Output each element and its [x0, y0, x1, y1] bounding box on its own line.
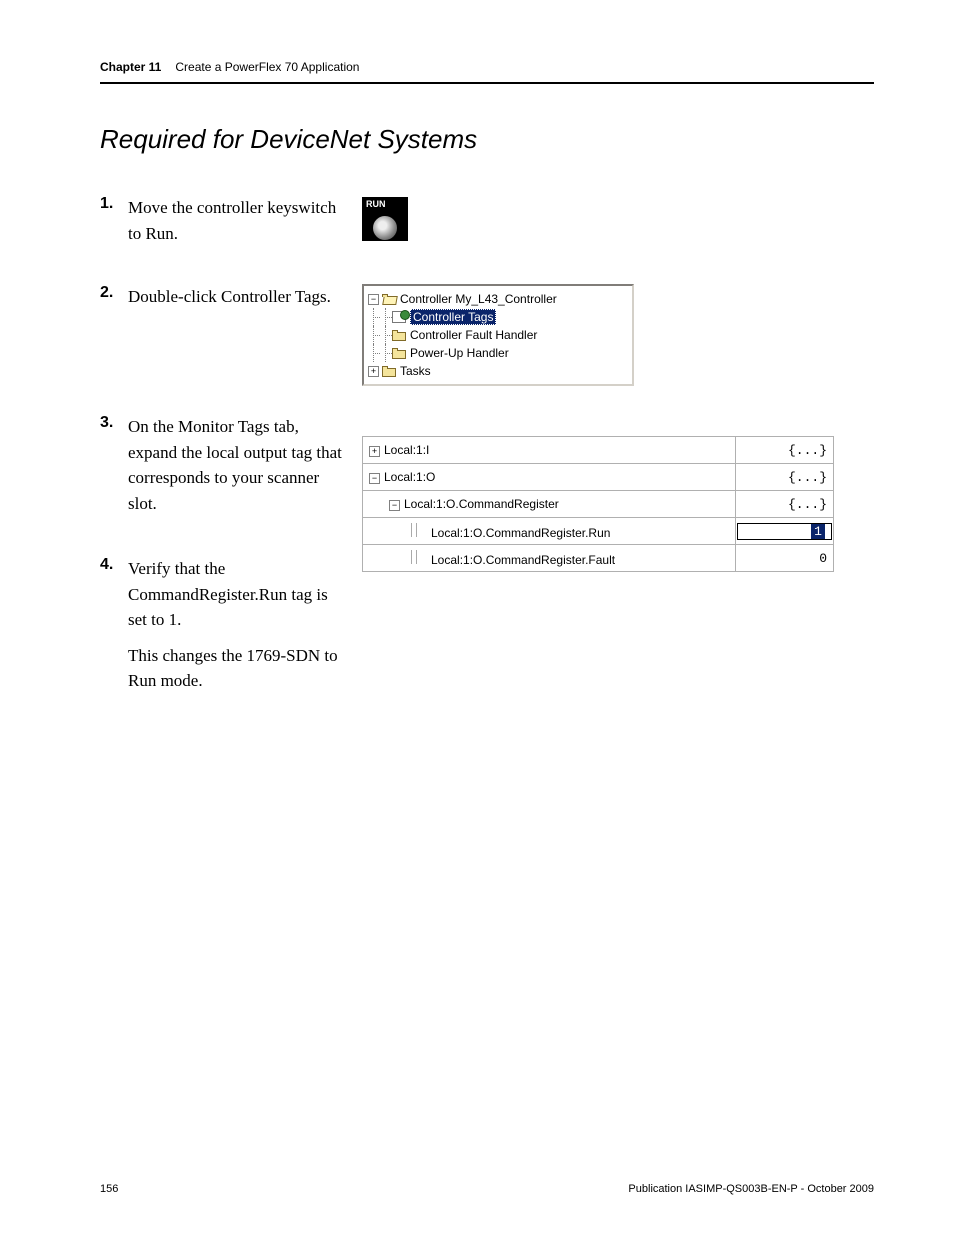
- step-2: 2. Double-click Controller Tags. − Contr…: [100, 284, 874, 386]
- run-keyswitch-icon: [362, 195, 408, 246]
- tag-name: Local:1:O.CommandRegister: [404, 497, 559, 511]
- collapse-icon[interactable]: −: [369, 473, 380, 484]
- tree-connector-icon: [368, 326, 380, 344]
- tree-item-label: Controller Fault Handler: [410, 328, 537, 342]
- page-header: Chapter 11 Create a PowerFlex 70 Applica…: [100, 60, 874, 84]
- tree-item-label: Controller Tags: [410, 309, 496, 325]
- step-body: On the Monitor Tags tab, expand the loca…: [128, 414, 350, 526]
- step-body: Verify that the CommandRegister.Run tag …: [128, 556, 350, 704]
- step-number: 4.: [100, 556, 128, 704]
- collapse-icon[interactable]: −: [389, 500, 400, 511]
- table-row[interactable]: Local:1:O.CommandRegister.Fault 0: [363, 545, 834, 572]
- chapter-label: Chapter 11: [100, 60, 161, 74]
- tree-item-powerup-handler[interactable]: Power-Up Handler: [368, 344, 628, 362]
- controller-tree-panel: − Controller My_L43_Controller Controlle…: [362, 284, 634, 386]
- step-number: 1.: [100, 195, 128, 256]
- table-row[interactable]: −Local:1:O {...}: [363, 464, 834, 491]
- expand-icon[interactable]: +: [368, 366, 379, 377]
- collapse-icon[interactable]: −: [368, 294, 379, 305]
- step-number: 2.: [100, 284, 128, 320]
- publication-info: Publication IASIMP-QS003B-EN-P - October…: [628, 1183, 874, 1195]
- tree-root-row[interactable]: − Controller My_L43_Controller: [368, 290, 628, 308]
- tree-connector-icon: [368, 344, 380, 362]
- table-row[interactable]: −Local:1:O.CommandRegister {...}: [363, 491, 834, 518]
- tree-item-fault-handler[interactable]: Controller Fault Handler: [368, 326, 628, 344]
- tag-value: 0: [735, 545, 833, 572]
- section-title: Required for DeviceNet Systems: [100, 124, 874, 155]
- tag-value-input[interactable]: 1: [737, 523, 832, 540]
- tag-name: Local:1:O.CommandRegister.Run: [431, 526, 610, 540]
- page-number: 156: [100, 1183, 118, 1195]
- table-row[interactable]: + Local:1:I {...}: [363, 437, 834, 464]
- chapter-title: Create a PowerFlex 70 Application: [175, 60, 359, 74]
- step-1: 1. Move the controller keyswitch to Run.: [100, 195, 874, 256]
- tree-connector-icon: [368, 308, 380, 326]
- step-body: Double-click Controller Tags.: [128, 284, 331, 320]
- tree-connector-icon: [411, 523, 431, 537]
- folder-open-icon: [382, 294, 396, 305]
- tree-root-label: Controller My_L43_Controller: [400, 292, 557, 306]
- tree-item-controller-tags[interactable]: Controller Tags: [368, 308, 628, 326]
- tree-item-label: Power-Up Handler: [410, 346, 509, 360]
- folder-icon: [392, 348, 406, 359]
- tags-icon: [392, 311, 406, 323]
- tag-name: Local:1:I: [384, 443, 429, 457]
- monitor-tags-table: +Local:1:I {...} −Local:1:O {...} −Local…: [362, 436, 834, 572]
- tree-connector-icon: [380, 308, 392, 326]
- tree-connector-icon: [411, 550, 431, 564]
- tree-item-tasks[interactable]: + Tasks: [368, 362, 628, 380]
- tag-value: {...}: [735, 464, 833, 491]
- page-footer: 156 Publication IASIMP-QS003B-EN-P - Oct…: [100, 1183, 874, 1195]
- tag-name: Local:1:O: [384, 470, 435, 484]
- tree-connector-icon: [380, 326, 392, 344]
- step-3-4-block: 3. On the Monitor Tags tab, expand the l…: [100, 414, 874, 704]
- tag-name: Local:1:O.CommandRegister.Fault: [431, 553, 615, 567]
- tree-connector-icon: [380, 344, 392, 362]
- run-icon: [362, 197, 408, 241]
- folder-icon: [392, 330, 406, 341]
- step-number: 3.: [100, 414, 128, 526]
- expand-icon[interactable]: +: [369, 446, 380, 457]
- folder-icon: [382, 366, 396, 377]
- tag-value: {...}: [735, 437, 833, 464]
- table-row[interactable]: Local:1:O.CommandRegister.Run 1: [363, 518, 834, 545]
- tree-item-label: Tasks: [400, 364, 431, 378]
- tag-value: {...}: [735, 491, 833, 518]
- step-body: Move the controller keyswitch to Run.: [128, 195, 350, 256]
